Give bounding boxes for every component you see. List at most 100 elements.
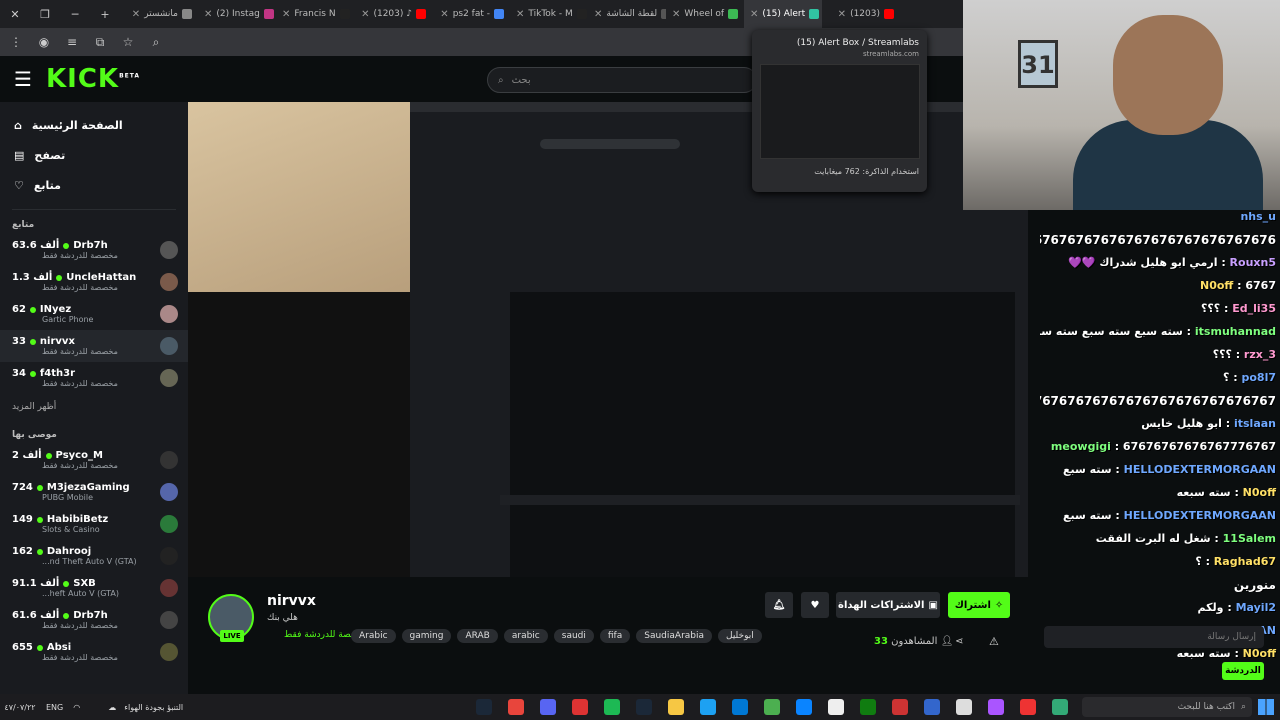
steam-icon[interactable] [636, 699, 652, 715]
chat-username[interactable]: meowgigi [1051, 440, 1111, 453]
gift-subs-button[interactable]: الاشتراكات الهداة ▣ [836, 592, 940, 618]
browser-tab[interactable]: ✕ Wheel of [666, 0, 744, 28]
browser-tab[interactable]: ✕ ps2 fat - [432, 0, 510, 28]
browser-tab[interactable]: ✕ مانشستر [120, 0, 198, 28]
sidebar-channel[interactable]: 63.6 ألف Drb7h مخصصة للدردشة فقط [0, 234, 188, 266]
browser-tab[interactable]: ✕ (2) Instag [198, 0, 276, 28]
minecraft-icon[interactable] [764, 699, 780, 715]
sidebar-channel[interactable]: 162 Dahrooj ...nd Theft Auto V (GTA) [0, 540, 188, 572]
app-icon[interactable] [1052, 699, 1068, 715]
browser-tab[interactable]: ✕ لقطة الشاشة [588, 0, 666, 28]
chat-username[interactable]: Raghad67 [1214, 555, 1276, 568]
nav-browse[interactable]: ▤ تصفح [0, 140, 188, 170]
app-icon[interactable] [796, 699, 812, 715]
sidebar-channel[interactable]: 1.3 ألف UncleHattan مخصصة للدردشة فقط [0, 266, 188, 298]
show-more-link[interactable]: أظهر المزيد [0, 394, 188, 420]
chat-send-button[interactable]: الدردشة [1222, 662, 1264, 680]
browser-tab-active[interactable]: ✕ (15) Alert [744, 0, 822, 28]
app-icon[interactable] [1020, 699, 1036, 715]
sidebar-channel[interactable]: 724 M3jezaGaming PUBG Mobile [0, 476, 188, 508]
close-window-icon[interactable]: ✕ [0, 8, 30, 21]
app-icon[interactable] [988, 699, 1004, 715]
chat-username[interactable]: Rouxn5 [1230, 256, 1276, 269]
weather-label[interactable]: التنبؤ بجودة الهواء [124, 703, 183, 712]
share-icon[interactable]: ⋖ [955, 636, 963, 647]
chat-username[interactable]: N0off [1243, 647, 1276, 660]
streamer-name[interactable]: nirvvx [267, 593, 316, 609]
tag[interactable]: saudi [553, 629, 594, 643]
follow-button[interactable]: ♥ [801, 592, 829, 618]
bookmark-star-icon[interactable]: ☆ [120, 35, 136, 49]
sidebar-channel[interactable]: 149 HabibiBetz Slots & Casino [0, 508, 188, 540]
taskbar-search[interactable]: اكتب هنا للبحث ⌕ [1082, 697, 1252, 717]
chat-input[interactable]: إرسال رسالة [1044, 626, 1264, 648]
chat-username[interactable]: po8l7 [1241, 371, 1276, 384]
close-tab-icon[interactable]: ✕ [204, 9, 212, 20]
subscribe-button[interactable]: اشتراك ✧ [948, 592, 1010, 618]
new-tab-icon[interactable]: + [90, 8, 120, 21]
tag[interactable]: ابوخليل [718, 629, 762, 643]
tag[interactable]: SaudiaArabia [636, 629, 713, 643]
sidebar-channel[interactable]: 2 ألف Psyco_M مخصصة للدردشة فقط [0, 444, 188, 476]
close-tab-icon[interactable]: ✕ [672, 9, 680, 20]
chat-username[interactable]: N0off [1200, 279, 1233, 292]
browser-tab[interactable]: ✕ Francis N [276, 0, 354, 28]
sidebar-channel[interactable]: 61.6 ألف Drb7h مخصصة للدردشة فقط [0, 604, 188, 636]
tag[interactable]: ARAB [457, 629, 498, 643]
spotify-icon[interactable] [604, 699, 620, 715]
sidebar-channel-active[interactable]: 33 nirvvx مخصصة للدردشة فقط [0, 330, 188, 362]
kick-logo[interactable]: KICKBETA [46, 64, 140, 94]
close-tab-icon[interactable]: ✕ [361, 9, 369, 20]
hamburger-menu-icon[interactable]: ☰ [0, 67, 46, 91]
chat-username[interactable]: Mayil2 [1236, 601, 1276, 614]
windows-start-icon[interactable] [1258, 699, 1274, 715]
chat-username[interactable]: itsmuhannad [1195, 325, 1276, 338]
restore-window-icon[interactable]: ❐ [30, 8, 60, 21]
system-clock[interactable]: ٤٧/٠٧/٢٢ [0, 703, 40, 712]
wifi-icon[interactable]: ◠ [73, 703, 80, 712]
chat-username[interactable]: Ed_li35 [1232, 302, 1276, 315]
close-tab-icon[interactable]: ✕ [838, 9, 846, 20]
chat-username[interactable]: HELLODEXTERMORGAAN [1124, 463, 1276, 476]
nav-home[interactable]: ⌂ الصفحة الرئيسية [0, 110, 188, 140]
close-tab-icon[interactable]: ✕ [750, 9, 758, 20]
zoom-icon[interactable]: ⌕ [148, 35, 164, 50]
close-tab-icon[interactable]: ✕ [440, 9, 448, 20]
app-icon[interactable] [572, 699, 588, 715]
sidebar-channel[interactable]: 91.1 ألف SXB ...heft Auto V (GTA) [0, 572, 188, 604]
browser-tab[interactable]: ✕ (1203) [822, 0, 900, 28]
downloads-icon[interactable]: ≡ [64, 35, 80, 49]
report-icon[interactable]: ⚠ [989, 635, 999, 648]
minimize-window-icon[interactable]: ─ [60, 8, 90, 21]
menu-dots-icon[interactable]: ⋮ [8, 35, 24, 49]
sidebar-channel[interactable]: 34 f4th3r مخصصة للدردشة فقط [0, 362, 188, 394]
steam-icon[interactable] [476, 699, 492, 715]
tag[interactable]: fifa [599, 629, 631, 643]
store-icon[interactable] [828, 699, 844, 715]
chat-username[interactable]: 11Salem [1223, 532, 1276, 545]
browser-tab[interactable]: ✕ TikTok - M [510, 0, 588, 28]
tag[interactable]: Arabic [351, 629, 396, 643]
xbox-icon[interactable] [860, 699, 876, 715]
nav-following[interactable]: ♡ متابع [0, 170, 188, 200]
profile-icon[interactable]: ◉ [36, 35, 52, 49]
tag[interactable]: gaming [401, 629, 452, 643]
tag[interactable]: arabic [503, 629, 548, 643]
sidebar-channel[interactable]: 655 Absi مخصصة للدردشة فقط [0, 636, 188, 668]
extensions-icon[interactable]: ⧉ [92, 35, 108, 50]
chat-username[interactable]: N0off [1243, 486, 1276, 499]
chrome-icon[interactable] [508, 699, 524, 715]
chat-username[interactable]: itslaan [1234, 417, 1276, 430]
app-icon[interactable] [892, 699, 908, 715]
app-icon[interactable] [732, 699, 748, 715]
app-icon[interactable] [924, 699, 940, 715]
close-tab-icon[interactable]: ✕ [282, 9, 290, 20]
notifications-button[interactable]: 🔔︎ [765, 592, 793, 618]
chat-username[interactable]: nhs_u [1240, 210, 1276, 223]
chat-username[interactable]: rzx_3 [1244, 348, 1276, 361]
close-tab-icon[interactable]: ✕ [132, 9, 140, 20]
settings-icon[interactable] [956, 699, 972, 715]
discord-icon[interactable] [540, 699, 556, 715]
search-input[interactable]: ⌕ بحث [487, 67, 757, 93]
folder-icon[interactable] [668, 699, 684, 715]
